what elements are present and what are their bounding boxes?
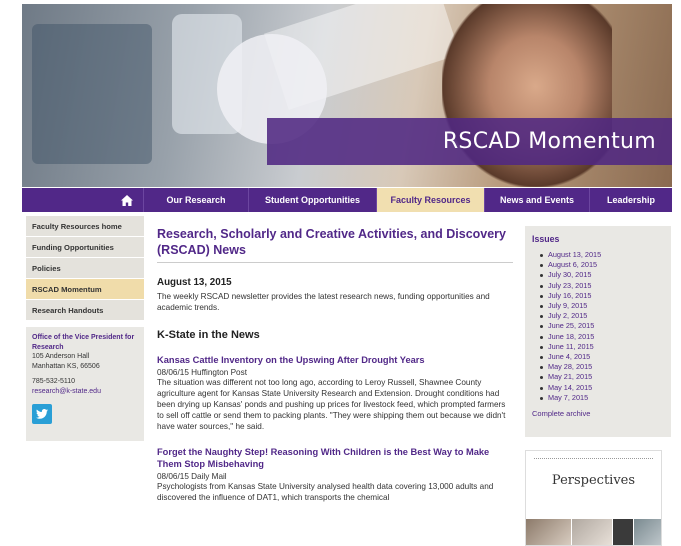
issue-link[interactable]: July 16, 2015 <box>540 291 664 301</box>
site-title: RSCAD Momentum <box>442 129 656 154</box>
article-body: Psychologists from Kansas State Universi… <box>157 482 494 502</box>
divider <box>534 458 653 459</box>
issue-link[interactable]: June 11, 2015 <box>540 342 664 352</box>
issue-link[interactable]: July 2, 2015 <box>540 311 664 321</box>
issue-link[interactable]: June 25, 2015 <box>540 321 664 331</box>
main-content: Research, Scholarly and Creative Activit… <box>157 226 513 503</box>
twitter-icon <box>36 409 48 419</box>
sidebar-menu: Faculty Resources home Funding Opportuni… <box>26 216 144 321</box>
nav-our-research[interactable]: Our Research <box>144 188 249 212</box>
nav-faculty-resources[interactable]: Faculty Resources <box>377 188 485 212</box>
issue-link[interactable]: May 21, 2015 <box>540 372 664 382</box>
issue-link[interactable]: July 9, 2015 <box>540 301 664 311</box>
issue-link[interactable]: May 14, 2015 <box>540 383 664 393</box>
issue-link[interactable]: August 13, 2015 <box>540 250 664 260</box>
issues-box: Issues August 13, 2015 August 6, 2015 Ju… <box>525 226 671 437</box>
nav-news-and-events[interactable]: News and Events <box>485 188 590 212</box>
perspectives-photo <box>613 519 633 545</box>
contact-address-line1: 105 Anderson Hall <box>32 353 90 360</box>
article-title-link[interactable]: Kansas Cattle Inventory on the Upswing A… <box>157 354 513 366</box>
lab-equipment-image <box>32 24 152 164</box>
issue-link[interactable]: May 7, 2015 <box>540 393 664 403</box>
twitter-button[interactable] <box>32 404 52 424</box>
news-article: Forget the Naughty Step! Reasoning With … <box>157 446 513 503</box>
article-body: The situation was different not too long… <box>157 378 506 431</box>
complete-archive-link[interactable]: Complete archive <box>532 409 664 418</box>
contact-phone: 785-532-5110 <box>32 378 76 385</box>
sidebar-item-faculty-resources-home[interactable]: Faculty Resources home <box>26 216 144 236</box>
perspectives-photo <box>634 519 661 545</box>
sidebar-item-research-handouts[interactable]: Research Handouts <box>26 300 144 320</box>
article-title-link[interactable]: Forget the Naughty Step! Reasoning With … <box>157 446 513 470</box>
perspectives-promo[interactable]: Perspectives <box>525 450 662 546</box>
nav-student-opportunities[interactable]: Student Opportunities <box>249 188 377 212</box>
issue-link[interactable]: June 18, 2015 <box>540 332 664 342</box>
issue-link[interactable]: July 30, 2015 <box>540 270 664 280</box>
section-heading: K-State in the News <box>157 329 260 341</box>
article-meta: 08/06/15 Daily Mail <box>157 472 227 481</box>
nav-home[interactable] <box>22 188 144 212</box>
nav-leadership[interactable]: Leadership <box>590 188 672 212</box>
contact-email-link[interactable]: research@k-state.edu <box>32 387 138 397</box>
site-title-bar: RSCAD Momentum <box>267 118 672 165</box>
home-icon <box>121 194 133 206</box>
header-banner: RSCAD Momentum <box>22 4 672 187</box>
issues-list: August 13, 2015 August 6, 2015 July 30, … <box>532 250 664 403</box>
main-nav: Our Research Student Opportunities Facul… <box>22 188 672 212</box>
contact-address-line2: Manhattan KS, 66506 <box>32 362 100 370</box>
contact-org-link[interactable]: Office of the Vice President for Researc… <box>32 333 138 352</box>
issue-link[interactable]: August 6, 2015 <box>540 260 664 270</box>
issue-date: August 13, 2015 <box>157 277 232 288</box>
issue-link[interactable]: July 23, 2015 <box>540 281 664 291</box>
issue-link[interactable]: May 28, 2015 <box>540 362 664 372</box>
contact-box: Office of the Vice President for Researc… <box>26 327 144 441</box>
intro-text: The weekly RSCAD newsletter provides the… <box>157 292 490 312</box>
perspectives-photo <box>572 519 612 545</box>
issues-heading: Issues <box>532 234 560 244</box>
perspectives-title: Perspectives <box>551 473 636 488</box>
perspectives-photo <box>526 519 571 545</box>
issue-link[interactable]: June 4, 2015 <box>540 352 664 362</box>
news-article: Kansas Cattle Inventory on the Upswing A… <box>157 354 513 432</box>
sidebar-item-rscad-momentum[interactable]: RSCAD Momentum <box>26 279 144 299</box>
article-meta: 08/06/15 Huffington Post <box>157 368 247 377</box>
sidebar-item-funding-opportunities[interactable]: Funding Opportunities <box>26 237 144 257</box>
sidebar-item-policies[interactable]: Policies <box>26 258 144 278</box>
page-title: Research, Scholarly and Creative Activit… <box>157 226 513 263</box>
